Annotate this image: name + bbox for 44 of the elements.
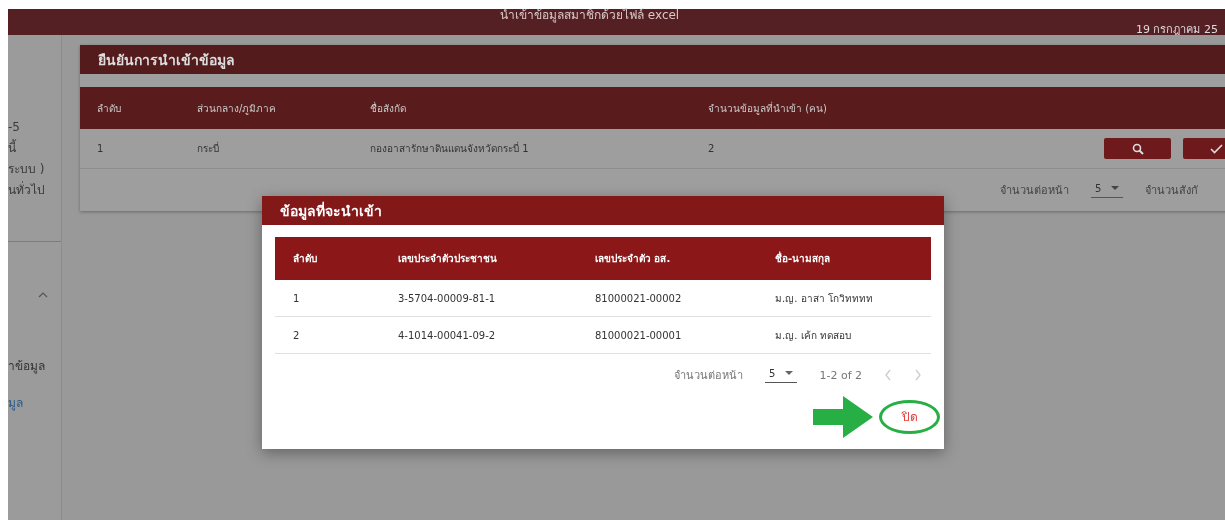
search-button[interactable] (1104, 138, 1171, 159)
count-label: จำนวนสังกั (1145, 183, 1199, 199)
dropdown-icon (785, 371, 794, 375)
dropdown-icon (1111, 186, 1120, 190)
sidebar-text: ระบบ ) (8, 161, 46, 178)
check-icon (1210, 143, 1223, 154)
sidebar-menu-item[interactable]: าข้อมูล (8, 356, 61, 375)
sidebar-menu-item[interactable]: มูล (8, 393, 61, 412)
date-text: 19 กรกฎาคม 25 (1136, 22, 1218, 38)
column-header: ชื่อ-นามสกุล (774, 251, 832, 266)
card-title: ยืนยันการนำเข้าข้อมูล (80, 45, 1225, 74)
chevron-up-icon[interactable] (38, 292, 48, 298)
table-cell-text: 2 (707, 143, 716, 154)
table-cell-text: กระบี่ (196, 141, 220, 156)
page-title: นำเข้าข้อมูลสมาชิกด้วยไฟล์ excel (500, 9, 680, 21)
close-button[interactable]: ปิด (879, 399, 940, 434)
rows-per-page-label: จำนวนต่อหน้า (674, 368, 744, 384)
table-cell-text: 2 (292, 329, 301, 341)
table-cell-text: ม.ญ. เค้ก ทดสอบ (774, 328, 852, 343)
sidebar-text: นทั่วไป (8, 180, 46, 199)
table-cell-text: กองอาสารักษาดินแดนจังหวัดกระบี่ 1 (369, 141, 530, 156)
table-cell-text: 3-5704-00009-81-1 (397, 292, 497, 304)
arrow-drawing (813, 395, 873, 438)
table-cell-text: 81000021-00001 (594, 329, 683, 341)
rows-per-page-select[interactable]: 5 (765, 367, 798, 383)
sidebar-text: -5 (8, 119, 21, 136)
column-header: เลขประจำตัวประชาชน (397, 252, 498, 266)
table-cell-text: 1 (292, 292, 301, 304)
rows-per-page-label: จำนวนต่อหน้า (1000, 183, 1069, 199)
table-cell-text: 4-1014-00041-09-2 (397, 329, 497, 341)
column-header: ส่วนกลาง/ภูมิภาค (196, 101, 278, 116)
table-cell-text: ม.ญ. อาสา โกวิทททท (774, 291, 874, 306)
dialog-title: ข้อมูลที่จะนำเข้า (262, 196, 944, 225)
search-icon (1131, 142, 1144, 155)
column-header: จำนวนข้อมูลที่นำเข้า (คน) (707, 100, 828, 116)
column-header: เลขประจำตัว อส. (594, 252, 672, 266)
table-cell-text: 1 (96, 143, 105, 154)
column-header: ชื่อสังกัด (369, 100, 407, 116)
sidebar-text: นี้ (8, 138, 18, 157)
column-header: ลำดับ (292, 252, 318, 266)
rows-per-page-select[interactable]: 5 (1091, 182, 1124, 198)
page-range: 1-2 of 2 (819, 368, 862, 382)
table-cell-text: 81000021-00002 (594, 292, 683, 304)
column-header: ลำดับ (96, 101, 122, 116)
